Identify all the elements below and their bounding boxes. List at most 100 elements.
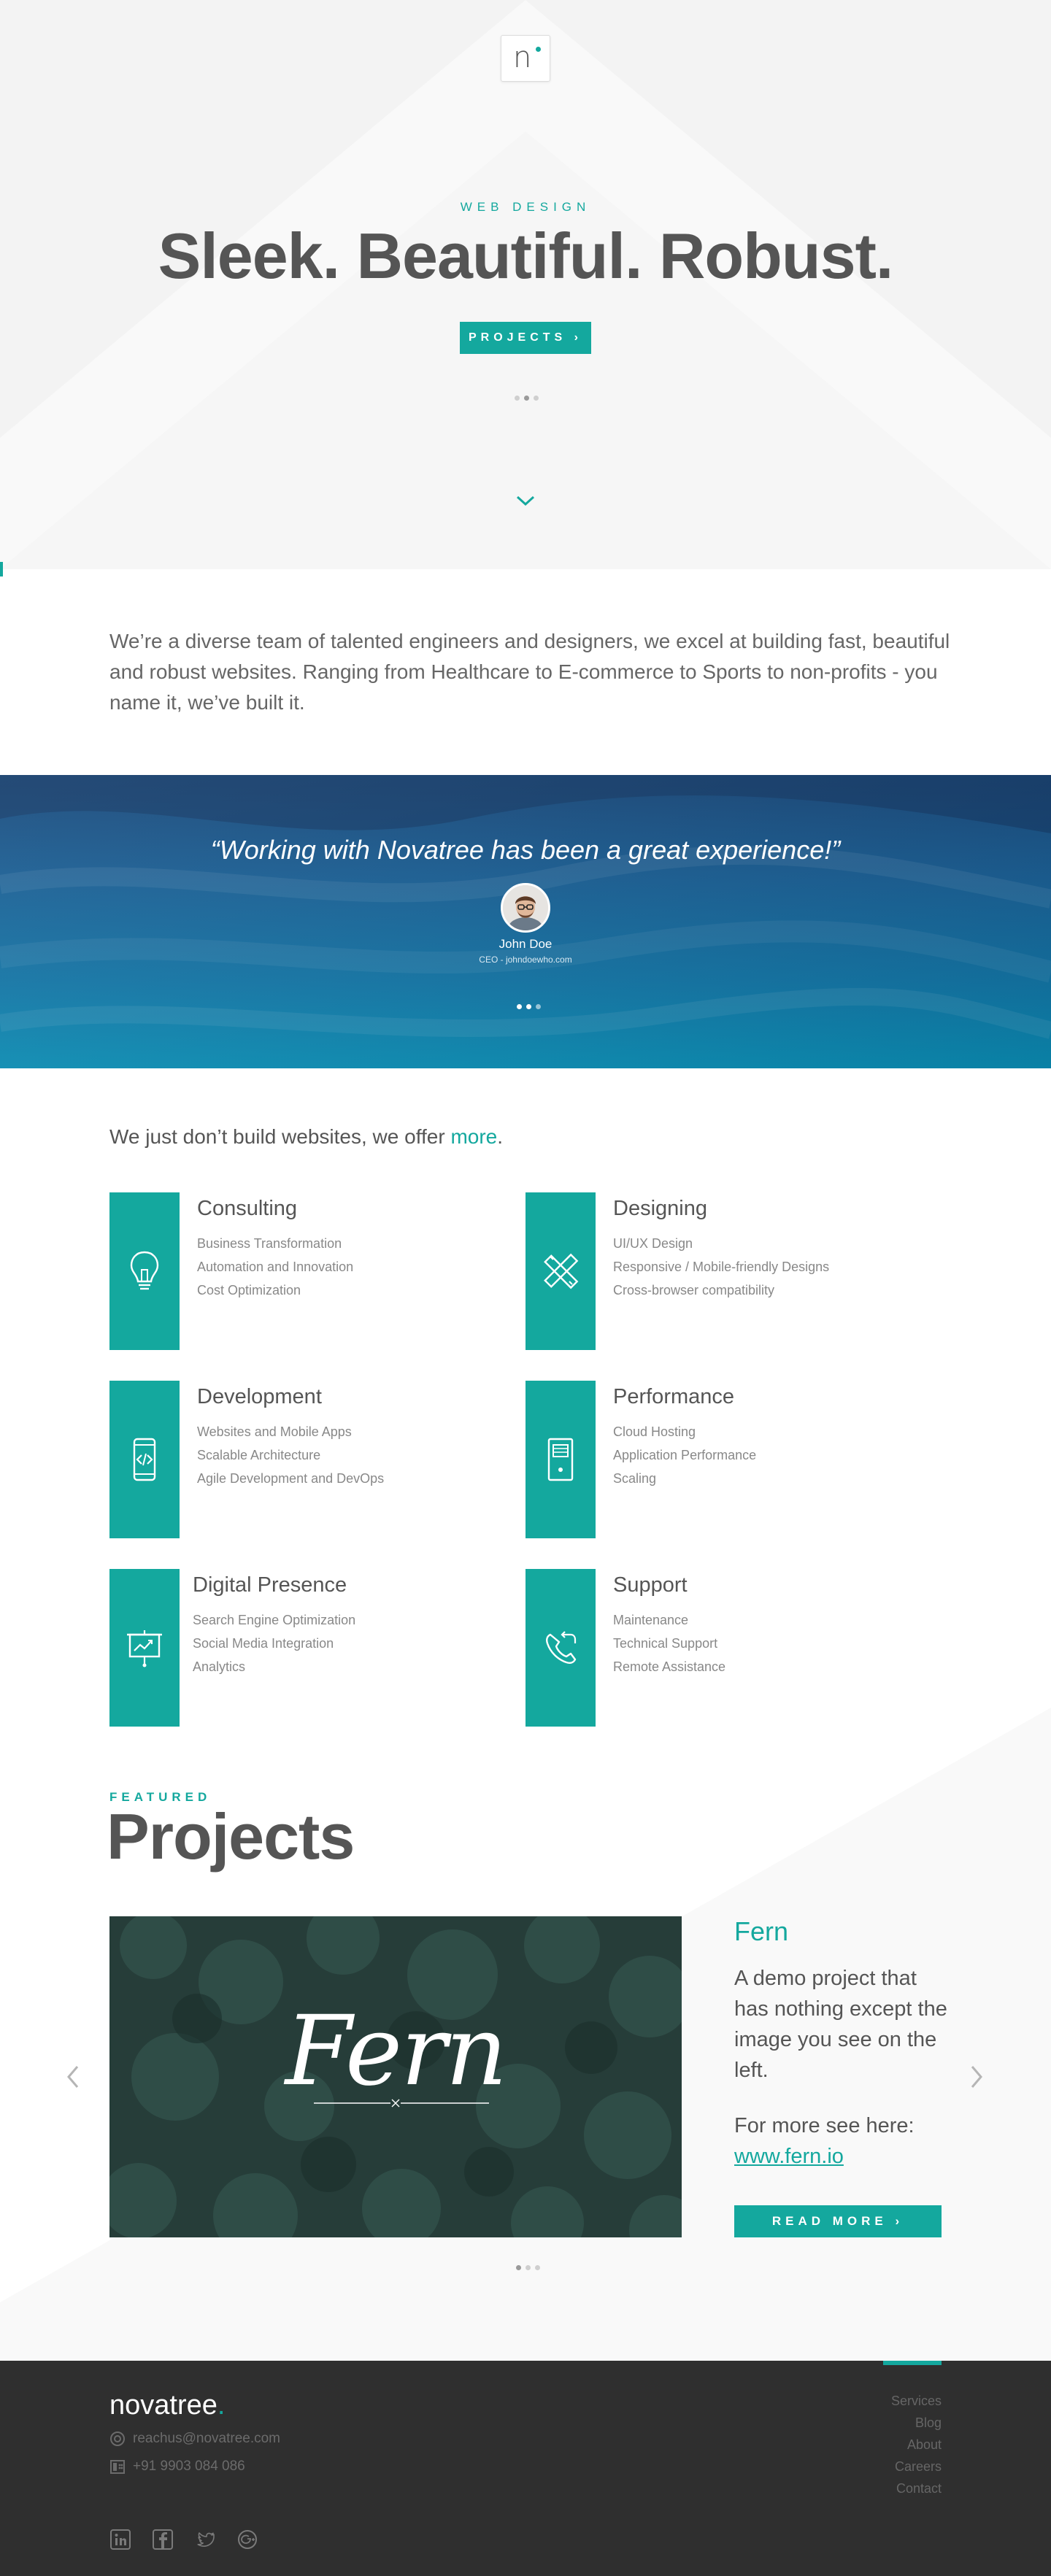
service-item: Scalable Architecture bbox=[197, 1448, 321, 1462]
logo-letter: n bbox=[513, 41, 532, 74]
projects-slider-dots[interactable] bbox=[516, 2265, 540, 2270]
facebook-icon[interactable] bbox=[152, 2529, 174, 2550]
slider-dot[interactable] bbox=[536, 1004, 541, 1009]
service-item: Websites and Mobile Apps bbox=[197, 1424, 352, 1439]
server-icon bbox=[547, 1438, 574, 1481]
footer-phone[interactable]: +91 9903 084 086 bbox=[109, 2459, 245, 2475]
service-list: UI/UX Design Responsive / Mobile-friendl… bbox=[613, 1232, 829, 1302]
footer-link-blog[interactable]: Blog bbox=[891, 2412, 942, 2434]
testimonial-quote: “Working with Novatree has been a great … bbox=[210, 835, 841, 865]
footer-brand-dot: . bbox=[217, 2390, 226, 2421]
service-card-designing[interactable]: Designing UI/UX Design Responsive / Mobi… bbox=[526, 1192, 934, 1350]
service-item: Business Transformation bbox=[197, 1236, 342, 1251]
service-list: Websites and Mobile Apps Scalable Archit… bbox=[197, 1420, 384, 1490]
footer-link-about[interactable]: About bbox=[891, 2434, 942, 2456]
service-item: Social Media Integration bbox=[193, 1636, 334, 1651]
service-card-performance[interactable]: Performance Cloud Hosting Application Pe… bbox=[526, 1381, 934, 1538]
pencil-ruler-icon bbox=[544, 1253, 579, 1289]
service-card-support[interactable]: Support Maintenance Technical Support Re… bbox=[526, 1569, 934, 1727]
project-name: Fern bbox=[734, 1916, 789, 1946]
project-image[interactable]: Fern bbox=[109, 1916, 682, 2237]
service-card-consulting[interactable]: Consulting Business Transformation Autom… bbox=[109, 1192, 518, 1350]
footer-link-contact[interactable]: Contact bbox=[891, 2477, 942, 2499]
intro-text: We’re a diverse team of talented enginee… bbox=[109, 630, 950, 714]
side-marker bbox=[0, 562, 3, 576]
presentation-chart-icon bbox=[127, 1630, 162, 1667]
service-item: Automation and Innovation bbox=[197, 1260, 354, 1274]
footer: novatree. reachus@novatree.com +91 9903 … bbox=[0, 2361, 1051, 2576]
slider-dot[interactable] bbox=[515, 396, 520, 401]
footer-phone-text: +91 9903 084 086 bbox=[133, 2459, 245, 2474]
slider-dot[interactable] bbox=[526, 2265, 531, 2270]
service-tile bbox=[109, 1569, 180, 1727]
slider-dot-active[interactable] bbox=[516, 2265, 521, 2270]
project-image-title: Fern bbox=[285, 1995, 508, 2108]
projects-button[interactable]: PROJECTS › bbox=[460, 322, 591, 354]
chevron-down-icon[interactable] bbox=[515, 493, 536, 508]
services-intro-text: We just don’t build websites, we offer bbox=[109, 1125, 451, 1148]
mobile-code-icon bbox=[133, 1438, 156, 1481]
chevron-right-icon[interactable] bbox=[968, 2062, 985, 2091]
service-list: Cloud Hosting Application Performance Sc… bbox=[613, 1420, 756, 1490]
service-name: Support bbox=[613, 1573, 688, 1597]
service-list: Maintenance Technical Support Remote Ass… bbox=[613, 1608, 725, 1678]
slider-dot-active[interactable] bbox=[517, 1004, 522, 1009]
slider-dot[interactable] bbox=[534, 396, 539, 401]
service-card-digital-presence[interactable]: Digital Presence Search Engine Optimizat… bbox=[109, 1569, 518, 1727]
testimonial-slider-dots[interactable] bbox=[517, 1004, 541, 1009]
service-item: Technical Support bbox=[613, 1636, 718, 1651]
testimonial-name: John Doe bbox=[498, 937, 553, 951]
services-intro-period: . bbox=[497, 1125, 504, 1148]
linkedin-icon[interactable] bbox=[109, 2529, 131, 2550]
service-item: Remote Assistance bbox=[613, 1659, 726, 1674]
footer-link-services[interactable]: Services bbox=[891, 2390, 942, 2412]
service-tile bbox=[526, 1381, 596, 1538]
service-item: Analytics bbox=[193, 1659, 246, 1674]
service-item: Cloud Hosting bbox=[613, 1424, 696, 1439]
footer-brand-name: novatree bbox=[109, 2390, 217, 2421]
service-item: Scaling bbox=[613, 1471, 657, 1486]
footer-brand[interactable]: novatree. bbox=[109, 2390, 225, 2421]
telephone-icon bbox=[110, 2460, 125, 2474]
google-plus-icon[interactable] bbox=[236, 2529, 258, 2550]
twitter-icon[interactable] bbox=[194, 2529, 216, 2550]
service-tile bbox=[109, 1192, 180, 1350]
more-link[interactable]: more bbox=[450, 1125, 497, 1148]
service-item: Agile Development and DevOps bbox=[197, 1471, 385, 1486]
service-item: UI/UX Design bbox=[613, 1236, 693, 1251]
hero-title: Sleek. Beautiful. Robust. bbox=[158, 220, 894, 292]
footer-email[interactable]: reachus@novatree.com bbox=[109, 2431, 280, 2447]
projects-title: Projects bbox=[107, 1800, 355, 1873]
service-list: Business Transformation Automation and I… bbox=[197, 1232, 353, 1302]
service-tile bbox=[526, 1192, 596, 1350]
slider-dot-active[interactable] bbox=[524, 396, 529, 401]
service-item: Application Performance bbox=[613, 1448, 757, 1462]
read-more-button[interactable]: READ MORE › bbox=[734, 2205, 942, 2237]
project-link[interactable]: www.fern.io bbox=[734, 2141, 844, 2172]
project-more-text: For more see here: bbox=[734, 2114, 915, 2137]
footer-link-careers[interactable]: Careers bbox=[891, 2456, 942, 2477]
lightbulb-icon bbox=[130, 1251, 159, 1290]
service-tile bbox=[526, 1569, 596, 1727]
footer-email-text: reachus@novatree.com bbox=[133, 2431, 280, 2446]
chevron-left-icon[interactable] bbox=[64, 2062, 82, 2091]
service-card-development[interactable]: Development Websites and Mobile Apps Sca… bbox=[109, 1381, 518, 1538]
service-name: Development bbox=[197, 1385, 322, 1408]
at-sign-icon bbox=[110, 2432, 125, 2446]
phone-callback-icon bbox=[546, 1631, 577, 1664]
hero-slider-dots[interactable] bbox=[515, 396, 539, 401]
service-name: Digital Presence bbox=[193, 1573, 347, 1597]
service-item: Search Engine Optimization bbox=[193, 1613, 356, 1627]
slider-dot[interactable] bbox=[535, 2265, 540, 2270]
service-name: Performance bbox=[613, 1385, 735, 1408]
footer-social bbox=[109, 2529, 258, 2550]
service-list: Search Engine Optimization Social Media … bbox=[193, 1608, 355, 1678]
service-item: Responsive / Mobile-friendly Designs bbox=[613, 1260, 830, 1274]
hero-section: n WEB DESIGN Sleek. Beautiful. Robust. P… bbox=[0, 0, 1051, 569]
service-item: Maintenance bbox=[613, 1613, 689, 1627]
services-intro: We just don’t build websites, we offer m… bbox=[109, 1125, 503, 1149]
footer-accent-bar bbox=[883, 2361, 942, 2365]
slider-dot[interactable] bbox=[526, 1004, 531, 1009]
avatar bbox=[501, 883, 550, 933]
logo[interactable]: n bbox=[501, 35, 550, 82]
